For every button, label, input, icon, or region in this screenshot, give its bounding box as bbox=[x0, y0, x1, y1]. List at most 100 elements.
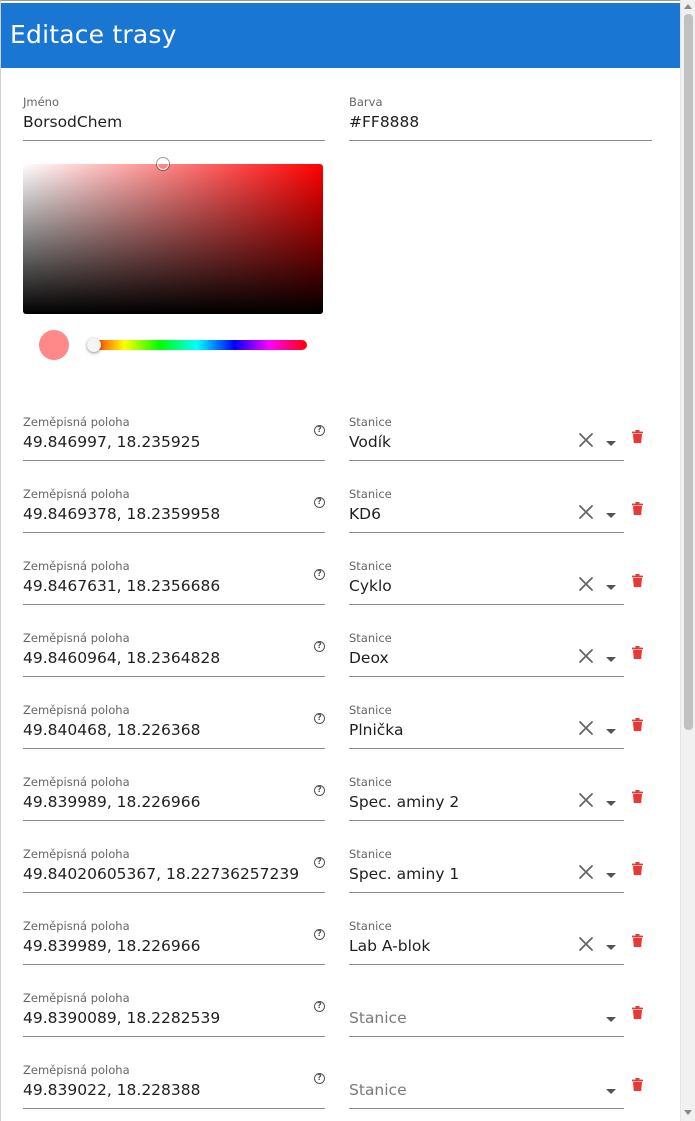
location-field[interactable]: Zeměpisná poloha 49.8467631, 18.2356686? bbox=[23, 559, 325, 605]
location-field[interactable]: Zeměpisná poloha 49.84020605367, 18.22736… bbox=[23, 847, 325, 893]
clear-icon[interactable] bbox=[578, 792, 594, 808]
location-field[interactable]: Zeměpisná poloha 49.8460964, 18.2364828? bbox=[23, 631, 325, 677]
location-label: Zeměpisná poloha bbox=[23, 775, 130, 789]
help-icon[interactable]: ? bbox=[314, 713, 325, 724]
location-field[interactable]: Zeměpisná poloha 49.839989, 18.226966? bbox=[23, 775, 325, 821]
location-field[interactable]: Zeměpisná poloha 49.8390089, 18.2282539? bbox=[23, 991, 325, 1037]
station-value[interactable]: KD6 bbox=[349, 505, 381, 523]
station-value[interactable]: Spec. aminy 2 bbox=[349, 793, 459, 811]
location-field[interactable]: Zeměpisná poloha 49.839989, 18.226966? bbox=[23, 919, 325, 965]
clear-icon[interactable] bbox=[578, 720, 594, 736]
help-icon[interactable]: ? bbox=[314, 857, 325, 868]
clear-icon[interactable] bbox=[578, 576, 594, 592]
help-icon[interactable]: ? bbox=[314, 929, 325, 940]
station-value[interactable]: Plnička bbox=[349, 721, 404, 739]
chevron-down-icon[interactable] bbox=[606, 585, 616, 590]
scroll-up-arrow-icon[interactable] bbox=[684, 4, 692, 9]
location-input[interactable]: 49.8467631, 18.2356686 bbox=[23, 577, 220, 595]
location-label: Zeměpisná poloha bbox=[23, 487, 130, 501]
name-field[interactable]: Jméno BorsodChem bbox=[23, 95, 325, 141]
delete-icon[interactable] bbox=[632, 646, 643, 659]
help-icon[interactable]: ? bbox=[314, 497, 325, 508]
station-select[interactable]: Stanice Vodík bbox=[349, 415, 624, 461]
help-icon[interactable]: ? bbox=[314, 1001, 325, 1012]
station-select[interactable]: Stanice Lab A-blok bbox=[349, 919, 624, 965]
location-label: Zeměpisná poloha bbox=[23, 415, 130, 429]
station-value[interactable]: Vodík bbox=[349, 433, 391, 451]
location-field[interactable]: Zeměpisná poloha 49.846997, 18.235925? bbox=[23, 415, 325, 461]
route-edit-dialog: Editace trasy Jméno BorsodChem Barva #FF… bbox=[0, 0, 681, 1121]
location-input[interactable]: 49.840468, 18.226368 bbox=[23, 721, 201, 739]
help-icon[interactable]: ? bbox=[314, 641, 325, 652]
clear-icon[interactable] bbox=[578, 648, 594, 664]
station-select[interactable]: Stanice Spec. aminy 1 bbox=[349, 847, 624, 893]
station-value[interactable]: Deox bbox=[349, 649, 389, 667]
saturation-picker[interactable] bbox=[23, 158, 323, 314]
station-placeholder[interactable]: Stanice bbox=[349, 1081, 407, 1099]
location-field[interactable]: Zeměpisná poloha 49.839022, 18.228388? bbox=[23, 1063, 325, 1109]
delete-icon[interactable] bbox=[632, 430, 643, 443]
chevron-down-icon[interactable] bbox=[606, 801, 616, 806]
delete-icon[interactable] bbox=[632, 1078, 643, 1091]
station-select[interactable]: Stanice KD6 bbox=[349, 487, 624, 533]
color-input[interactable]: #FF8888 bbox=[349, 113, 419, 131]
chevron-down-icon[interactable] bbox=[606, 441, 616, 446]
delete-icon[interactable] bbox=[632, 502, 643, 515]
clear-icon[interactable] bbox=[578, 864, 594, 880]
location-field[interactable]: Zeměpisná poloha 49.8469378, 18.2359958? bbox=[23, 487, 325, 533]
color-field[interactable]: Barva #FF8888 bbox=[349, 95, 652, 141]
help-icon[interactable]: ? bbox=[314, 785, 325, 796]
location-label: Zeměpisná poloha bbox=[23, 919, 130, 933]
hue-slider-handle[interactable] bbox=[87, 338, 101, 352]
chevron-down-icon[interactable] bbox=[606, 1089, 616, 1094]
location-input[interactable]: 49.839989, 18.226966 bbox=[23, 793, 201, 811]
location-field[interactable]: Zeměpisná poloha 49.840468, 18.226368? bbox=[23, 703, 325, 749]
location-label: Zeměpisná poloha bbox=[23, 1063, 130, 1077]
help-icon[interactable]: ? bbox=[314, 569, 325, 580]
saturation-cursor[interactable] bbox=[157, 158, 169, 170]
station-label: Stanice bbox=[349, 775, 392, 789]
name-input[interactable]: BorsodChem bbox=[23, 113, 122, 131]
clear-icon[interactable] bbox=[578, 936, 594, 952]
vertical-scrollbar[interactable] bbox=[680, 0, 695, 1121]
help-icon[interactable]: ? bbox=[314, 425, 325, 436]
station-select[interactable]: Stanice Plnička bbox=[349, 703, 624, 749]
station-placeholder[interactable]: Stanice bbox=[349, 1009, 407, 1027]
station-label: Stanice bbox=[349, 847, 392, 861]
station-select[interactable]: Stanice Spec. aminy 2 bbox=[349, 775, 624, 821]
station-select[interactable]: Stanice Cyklo bbox=[349, 559, 624, 605]
station-select[interactable]: Stanice bbox=[349, 991, 624, 1037]
location-input[interactable]: 49.846997, 18.235925 bbox=[23, 433, 201, 451]
station-value[interactable]: Cyklo bbox=[349, 577, 392, 595]
clear-icon[interactable] bbox=[578, 504, 594, 520]
chevron-down-icon[interactable] bbox=[606, 945, 616, 950]
chevron-down-icon[interactable] bbox=[606, 729, 616, 734]
chevron-down-icon[interactable] bbox=[606, 1017, 616, 1022]
location-input[interactable]: 49.8460964, 18.2364828 bbox=[23, 649, 220, 667]
delete-icon[interactable] bbox=[632, 1006, 643, 1019]
delete-icon[interactable] bbox=[632, 790, 643, 803]
location-input[interactable]: 49.839022, 18.228388 bbox=[23, 1081, 201, 1099]
station-label: Stanice bbox=[349, 487, 392, 501]
location-input[interactable]: 49.84020605367, 18.22736257239 bbox=[23, 865, 299, 883]
hue-slider[interactable] bbox=[87, 338, 307, 352]
chevron-down-icon[interactable] bbox=[606, 873, 616, 878]
station-label: Stanice bbox=[349, 415, 392, 429]
location-input[interactable]: 49.8469378, 18.2359958 bbox=[23, 505, 220, 523]
chevron-down-icon[interactable] bbox=[606, 657, 616, 662]
station-select[interactable]: Stanice bbox=[349, 1063, 624, 1109]
chevron-down-icon[interactable] bbox=[606, 513, 616, 518]
location-input[interactable]: 49.8390089, 18.2282539 bbox=[23, 1009, 220, 1027]
location-input[interactable]: 49.839989, 18.226966 bbox=[23, 937, 201, 955]
delete-icon[interactable] bbox=[632, 574, 643, 587]
station-value[interactable]: Spec. aminy 1 bbox=[349, 865, 459, 883]
scroll-down-arrow-icon[interactable] bbox=[684, 1110, 692, 1115]
help-icon[interactable]: ? bbox=[314, 1073, 325, 1084]
delete-icon[interactable] bbox=[632, 934, 643, 947]
station-value[interactable]: Lab A-blok bbox=[349, 937, 430, 955]
station-select[interactable]: Stanice Deox bbox=[349, 631, 624, 677]
delete-icon[interactable] bbox=[632, 862, 643, 875]
delete-icon[interactable] bbox=[632, 718, 643, 731]
clear-icon[interactable] bbox=[578, 432, 594, 448]
scrollbar-thumb[interactable] bbox=[684, 14, 693, 730]
